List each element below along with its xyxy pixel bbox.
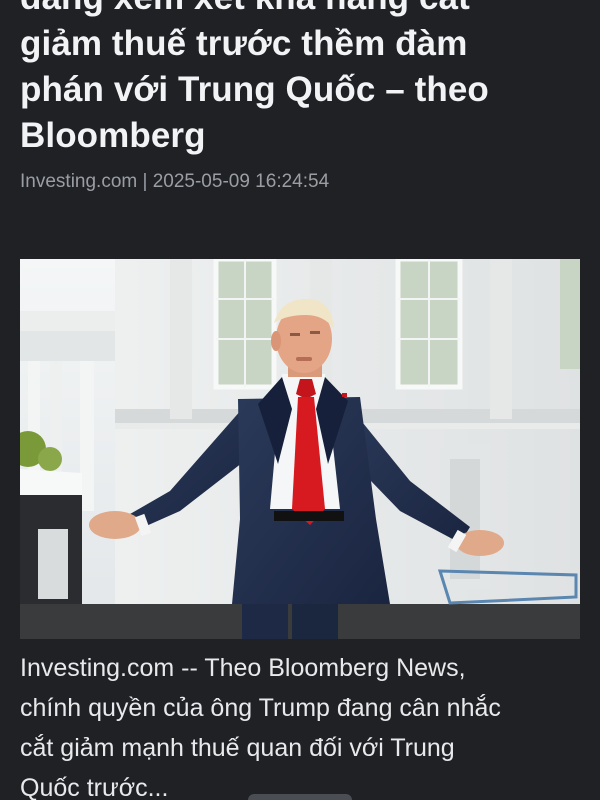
home-indicator[interactable] xyxy=(248,794,352,800)
article-photo[interactable] xyxy=(20,259,580,639)
article-summary[interactable]: Investing.com -- Theo Bloomberg News, ch… xyxy=(20,648,585,800)
summary-line: Investing.com -- Theo Bloomberg News, xyxy=(20,654,466,682)
headline-line: giảm thuế trước thềm đàm xyxy=(20,24,468,63)
headline-line: đang xem xét khả năng cắt xyxy=(20,0,580,21)
article-source-timestamp: Investing.com | 2025-05-09 16:24:54 xyxy=(20,171,330,192)
news-article-screen: đang xem xét khả năng cắt giảm thuế trướ… xyxy=(0,0,600,800)
summary-line: cắt giảm mạnh thuế quan đối với Trung xyxy=(20,734,455,762)
headline-line: Bloomberg xyxy=(20,116,206,155)
headline-line: phán với Trung Quốc – theo xyxy=(20,70,489,109)
photo-illustration xyxy=(20,259,580,639)
summary-line: chính quyền của ông Trump đang cân nhắc xyxy=(20,694,501,722)
article-headline[interactable]: đang xem xét khả năng cắt giảm thuế trướ… xyxy=(20,0,580,159)
